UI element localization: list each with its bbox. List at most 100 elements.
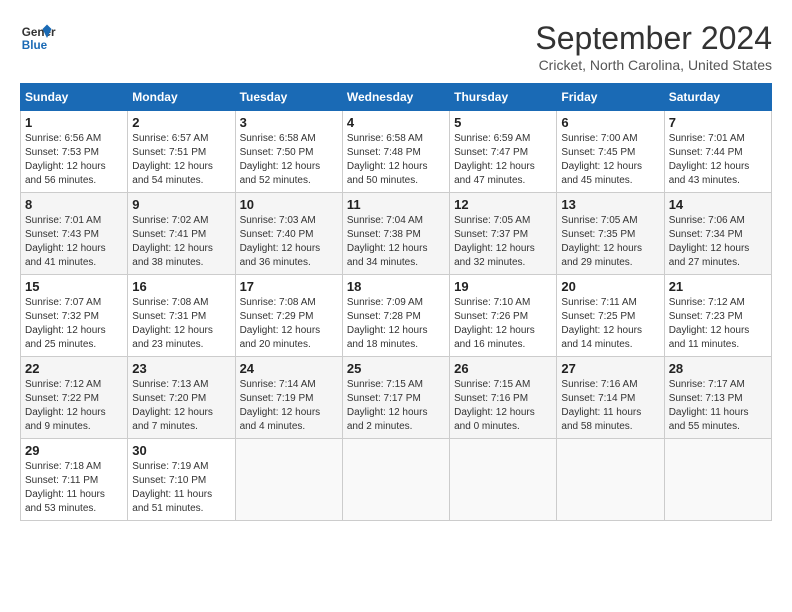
day-info: Sunrise: 7:14 AM Sunset: 7:19 PM Dayligh… (240, 378, 338, 434)
day-number: 14 (669, 197, 767, 212)
day-cell (664, 439, 771, 521)
day-cell: 25 Sunrise: 7:15 AM Sunset: 7:17 PM Dayli… (342, 357, 449, 439)
day-number: 7 (669, 115, 767, 130)
day-number: 18 (347, 279, 445, 294)
location-subtitle: Cricket, North Carolina, United States (535, 57, 772, 73)
day-cell: 2 Sunrise: 6:57 AM Sunset: 7:51 PM Daylig… (128, 111, 235, 193)
calendar-table: SundayMondayTuesdayWednesdayThursdayFrid… (20, 83, 772, 521)
page-header: General Blue September 2024 Cricket, Nor… (20, 20, 772, 73)
day-number: 9 (132, 197, 230, 212)
day-cell: 27 Sunrise: 7:16 AM Sunset: 7:14 PM Dayli… (557, 357, 664, 439)
day-number: 25 (347, 361, 445, 376)
logo: General Blue (20, 20, 56, 56)
day-number: 11 (347, 197, 445, 212)
day-cell: 28 Sunrise: 7:17 AM Sunset: 7:13 PM Dayli… (664, 357, 771, 439)
week-row-3: 15 Sunrise: 7:07 AM Sunset: 7:32 PM Dayli… (21, 275, 772, 357)
day-cell: 5Sunrise: 6:59 AM Sunset: 7:47 PM Daylig… (450, 111, 557, 193)
day-number: 1 (25, 115, 123, 130)
header-cell-wednesday: Wednesday (342, 84, 449, 111)
day-cell: 26 Sunrise: 7:15 AM Sunset: 7:16 PM Dayli… (450, 357, 557, 439)
day-cell: 1 Sunrise: 6:56 AM Sunset: 7:53 PM Daylig… (21, 111, 128, 193)
day-info: Sunrise: 6:59 AM Sunset: 7:47 PM Dayligh… (454, 132, 552, 188)
day-info: Sunrise: 7:08 AM Sunset: 7:29 PM Dayligh… (240, 296, 338, 352)
day-info: Sunrise: 7:16 AM Sunset: 7:14 PM Dayligh… (561, 378, 659, 434)
day-number: 29 (25, 443, 123, 458)
header-cell-sunday: Sunday (21, 84, 128, 111)
day-cell: 29 Sunrise: 7:18 AM Sunset: 7:11 PM Dayli… (21, 439, 128, 521)
day-cell: 9 Sunrise: 7:02 AM Sunset: 7:41 PM Daylig… (128, 193, 235, 275)
day-cell: 16Sunrise: 7:08 AM Sunset: 7:31 PM Dayli… (128, 275, 235, 357)
day-cell: 22 Sunrise: 7:12 AM Sunset: 7:22 PM Dayli… (21, 357, 128, 439)
day-info: Sunrise: 6:57 AM Sunset: 7:51 PM Dayligh… (132, 132, 230, 188)
day-number: 17 (240, 279, 338, 294)
day-number: 13 (561, 197, 659, 212)
day-info: Sunrise: 7:19 AM Sunset: 7:10 PM Dayligh… (132, 460, 230, 516)
day-number: 20 (561, 279, 659, 294)
day-number: 6 (561, 115, 659, 130)
day-cell: 12Sunrise: 7:05 AM Sunset: 7:37 PM Dayli… (450, 193, 557, 275)
day-number: 16 (132, 279, 230, 294)
day-info: Sunrise: 7:01 AM Sunset: 7:43 PM Dayligh… (25, 214, 123, 270)
day-info: Sunrise: 7:03 AM Sunset: 7:40 PM Dayligh… (240, 214, 338, 270)
day-cell: 4Sunrise: 6:58 AM Sunset: 7:48 PM Daylig… (342, 111, 449, 193)
day-number: 28 (669, 361, 767, 376)
day-cell: 10Sunrise: 7:03 AM Sunset: 7:40 PM Dayli… (235, 193, 342, 275)
day-info: Sunrise: 7:00 AM Sunset: 7:45 PM Dayligh… (561, 132, 659, 188)
day-info: Sunrise: 7:07 AM Sunset: 7:32 PM Dayligh… (25, 296, 123, 352)
title-section: September 2024 Cricket, North Carolina, … (535, 20, 772, 73)
day-number: 21 (669, 279, 767, 294)
week-row-1: 1 Sunrise: 6:56 AM Sunset: 7:53 PM Daylig… (21, 111, 772, 193)
day-info: Sunrise: 6:58 AM Sunset: 7:50 PM Dayligh… (240, 132, 338, 188)
day-cell (235, 439, 342, 521)
week-row-4: 22 Sunrise: 7:12 AM Sunset: 7:22 PM Dayli… (21, 357, 772, 439)
day-info: Sunrise: 7:12 AM Sunset: 7:22 PM Dayligh… (25, 378, 123, 434)
day-cell (557, 439, 664, 521)
day-cell: 14Sunrise: 7:06 AM Sunset: 7:34 PM Dayli… (664, 193, 771, 275)
day-info: Sunrise: 7:13 AM Sunset: 7:20 PM Dayligh… (132, 378, 230, 434)
header-cell-thursday: Thursday (450, 84, 557, 111)
day-info: Sunrise: 7:15 AM Sunset: 7:16 PM Dayligh… (454, 378, 552, 434)
logo-icon: General Blue (20, 20, 56, 56)
day-cell: 3 Sunrise: 6:58 AM Sunset: 7:50 PM Daylig… (235, 111, 342, 193)
week-row-2: 8 Sunrise: 7:01 AM Sunset: 7:43 PM Daylig… (21, 193, 772, 275)
day-info: Sunrise: 7:01 AM Sunset: 7:44 PM Dayligh… (669, 132, 767, 188)
day-cell: 13 Sunrise: 7:05 AM Sunset: 7:35 PM Dayli… (557, 193, 664, 275)
day-number: 19 (454, 279, 552, 294)
day-number: 27 (561, 361, 659, 376)
day-cell: 23 Sunrise: 7:13 AM Sunset: 7:20 PM Dayli… (128, 357, 235, 439)
day-number: 3 (240, 115, 338, 130)
day-number: 23 (132, 361, 230, 376)
day-cell: 11 Sunrise: 7:04 AM Sunset: 7:38 PM Dayli… (342, 193, 449, 275)
day-cell: 21Sunrise: 7:12 AM Sunset: 7:23 PM Dayli… (664, 275, 771, 357)
day-info: Sunrise: 7:05 AM Sunset: 7:35 PM Dayligh… (561, 214, 659, 270)
day-info: Sunrise: 6:56 AM Sunset: 7:53 PM Dayligh… (25, 132, 123, 188)
day-info: Sunrise: 7:17 AM Sunset: 7:13 PM Dayligh… (669, 378, 767, 434)
week-row-5: 29 Sunrise: 7:18 AM Sunset: 7:11 PM Dayli… (21, 439, 772, 521)
day-cell: 30 Sunrise: 7:19 AM Sunset: 7:10 PM Dayli… (128, 439, 235, 521)
day-cell: 24Sunrise: 7:14 AM Sunset: 7:19 PM Dayli… (235, 357, 342, 439)
day-number: 2 (132, 115, 230, 130)
day-info: Sunrise: 7:09 AM Sunset: 7:28 PM Dayligh… (347, 296, 445, 352)
day-info: Sunrise: 7:04 AM Sunset: 7:38 PM Dayligh… (347, 214, 445, 270)
header-cell-friday: Friday (557, 84, 664, 111)
svg-text:Blue: Blue (22, 39, 48, 52)
day-number: 15 (25, 279, 123, 294)
month-title: September 2024 (535, 20, 772, 57)
svg-text:General: General (22, 26, 56, 39)
day-number: 26 (454, 361, 552, 376)
calendar-header: SundayMondayTuesdayWednesdayThursdayFrid… (21, 84, 772, 111)
header-cell-saturday: Saturday (664, 84, 771, 111)
day-number: 22 (25, 361, 123, 376)
day-cell: 6 Sunrise: 7:00 AM Sunset: 7:45 PM Daylig… (557, 111, 664, 193)
day-number: 8 (25, 197, 123, 212)
day-info: Sunrise: 7:15 AM Sunset: 7:17 PM Dayligh… (347, 378, 445, 434)
calendar-body: 1 Sunrise: 6:56 AM Sunset: 7:53 PM Daylig… (21, 111, 772, 521)
day-cell: 20Sunrise: 7:11 AM Sunset: 7:25 PM Dayli… (557, 275, 664, 357)
day-info: Sunrise: 7:02 AM Sunset: 7:41 PM Dayligh… (132, 214, 230, 270)
day-cell: 8 Sunrise: 7:01 AM Sunset: 7:43 PM Daylig… (21, 193, 128, 275)
day-number: 30 (132, 443, 230, 458)
day-number: 4 (347, 115, 445, 130)
day-cell: 15 Sunrise: 7:07 AM Sunset: 7:32 PM Dayli… (21, 275, 128, 357)
day-info: Sunrise: 7:18 AM Sunset: 7:11 PM Dayligh… (25, 460, 123, 516)
header-cell-tuesday: Tuesday (235, 84, 342, 111)
